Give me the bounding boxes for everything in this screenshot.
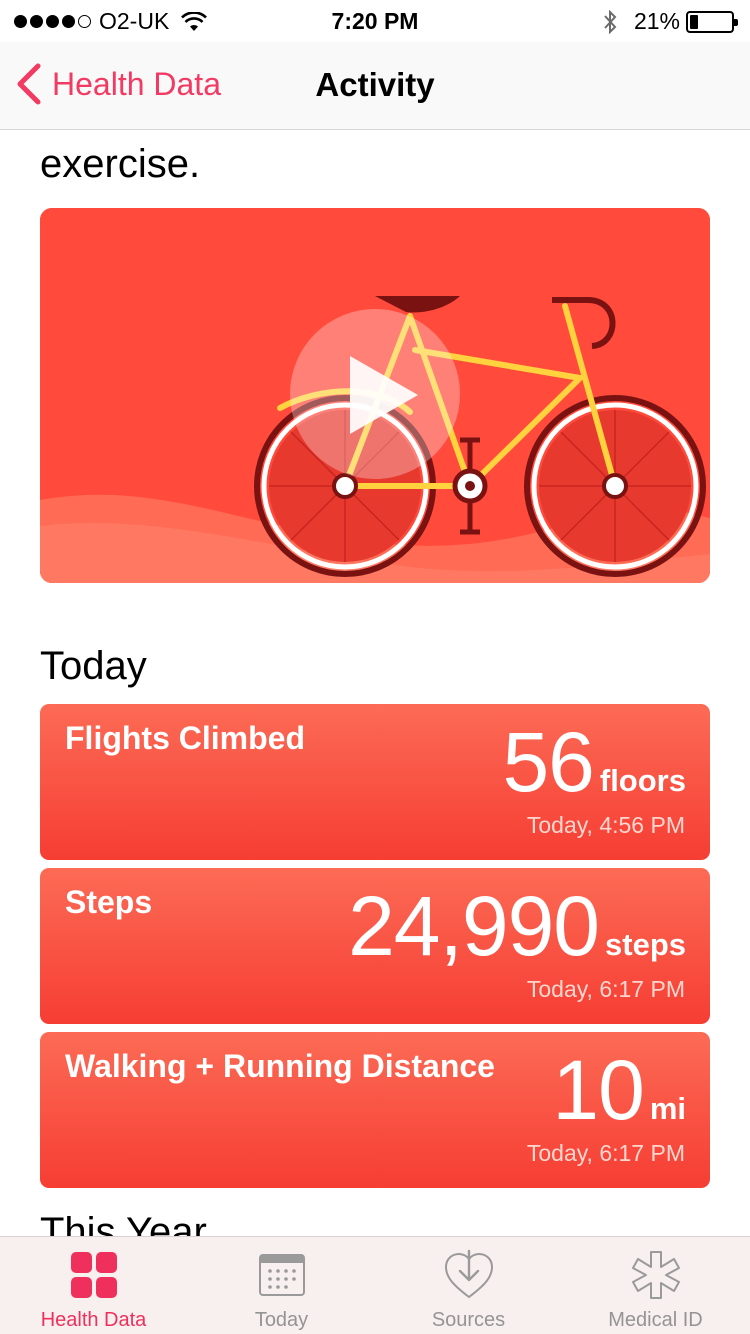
card-number: 24,990 [348, 879, 600, 973]
walking-running-distance-card[interactable]: Walking + Running Distance 10 mi Today, … [40, 1032, 710, 1188]
card-number: 10 [552, 1043, 644, 1137]
card-value: 56 floors [502, 714, 686, 811]
card-label: Flights Climbed [65, 720, 305, 756]
navigation-bar: Health Data Activity [0, 42, 750, 130]
intro-text: exercise. [40, 142, 201, 186]
tab-health-data[interactable]: Health Data [0, 1237, 187, 1334]
card-value: 10 mi [552, 1042, 686, 1139]
medical-id-icon [631, 1251, 680, 1299]
card-label: Steps [65, 884, 153, 920]
play-icon[interactable] [290, 309, 460, 479]
card-timestamp: Today, 6:17 PM [526, 1140, 685, 1166]
card-label: Walking + Running Distance [65, 1048, 495, 1084]
card-value: 24,990 steps [348, 878, 686, 975]
tab-label: Medical ID [608, 1309, 703, 1331]
card-timestamp: Today, 4:56 PM [526, 812, 685, 838]
battery-percent: 21% [633, 8, 680, 34]
activity-video[interactable] [40, 208, 710, 583]
card-unit: floors [599, 763, 686, 798]
scroll-content[interactable]: exercise. Today Flights Climbed 56 floor… [0, 130, 750, 1236]
status-bar: O2-UK 7:20 PM 21% [0, 0, 750, 42]
page-title: Activity [315, 66, 435, 103]
steps-card[interactable]: Steps 24,990 steps Today, 6:17 PM [40, 868, 710, 1024]
health-data-icon [70, 1252, 117, 1298]
card-timestamp: Today, 6:17 PM [526, 976, 685, 1002]
tab-sources[interactable]: Sources [375, 1237, 562, 1334]
bluetooth-icon [604, 9, 617, 34]
card-number: 56 [502, 715, 594, 809]
section-title-today: Today [40, 644, 147, 688]
tab-medical-id[interactable]: Medical ID [562, 1237, 749, 1334]
battery-icon [686, 10, 738, 33]
sources-icon [444, 1249, 493, 1299]
tab-label: Health Data [40, 1309, 147, 1331]
card-unit: steps [605, 927, 686, 962]
flights-climbed-card[interactable]: Flights Climbed 56 floors Today, 4:56 PM [40, 704, 710, 860]
card-unit: mi [649, 1091, 686, 1126]
calendar-icon [258, 1254, 305, 1296]
bicycle-illustration [40, 208, 710, 583]
tab-bar: Health Data Today Sources Medical ID [0, 1236, 750, 1334]
tab-label: Sources [431, 1309, 506, 1331]
section-title-this-year: This Year [40, 1210, 207, 1236]
tab-label: Today [254, 1309, 309, 1331]
tab-today[interactable]: Today [188, 1237, 375, 1334]
status-right: 21% [602, 8, 738, 35]
